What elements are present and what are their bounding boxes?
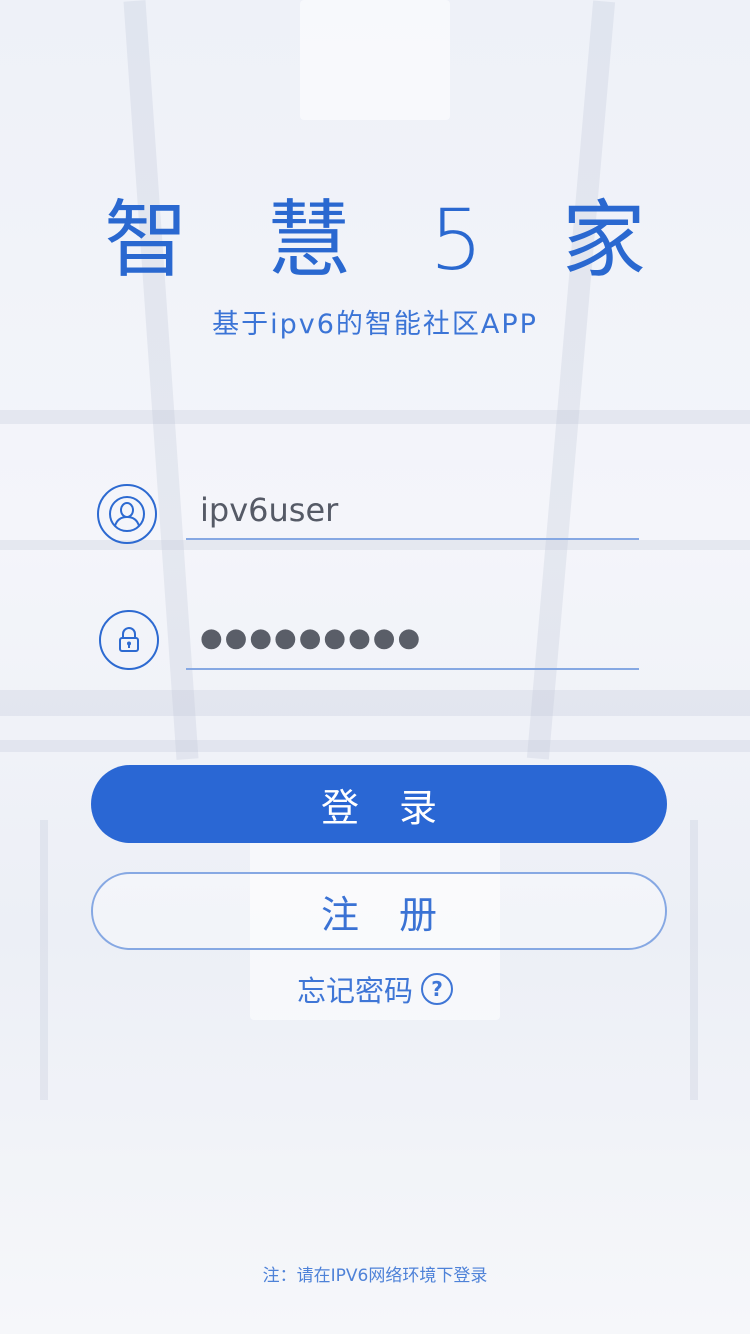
forgot-password-link[interactable]: 忘记密码 ? xyxy=(0,968,750,1010)
username-value[interactable]: ipv6user xyxy=(200,490,338,530)
login-screen: 智 慧 5 家 基于ipv6的智能社区APP ipv6user ●●●●●●●●… xyxy=(0,0,750,1334)
user-icon-glyph xyxy=(109,496,145,532)
password-value[interactable]: ●●●●●●●●● xyxy=(200,618,422,658)
lock-circle-icon xyxy=(99,610,159,670)
forgot-password-label[interactable]: 忘记密码 xyxy=(297,968,413,1010)
app-title: 智 慧 5 家 xyxy=(104,191,672,289)
question-circle-icon[interactable]: ? xyxy=(421,973,453,1005)
lock-icon-glyph xyxy=(119,627,139,652)
password-field[interactable]: ●●●●●●●●● xyxy=(186,614,639,670)
app-subtitle: 基于ipv6的智能社区APP xyxy=(212,309,538,340)
register-button[interactable]: 注 册 xyxy=(91,872,667,950)
footer-note: 注：请在IPV6网络环境下登录 xyxy=(262,1266,488,1286)
login-button[interactable]: 登 录 xyxy=(91,765,667,843)
username-field[interactable]: ipv6user xyxy=(186,484,639,540)
user-circle-icon xyxy=(97,484,157,544)
